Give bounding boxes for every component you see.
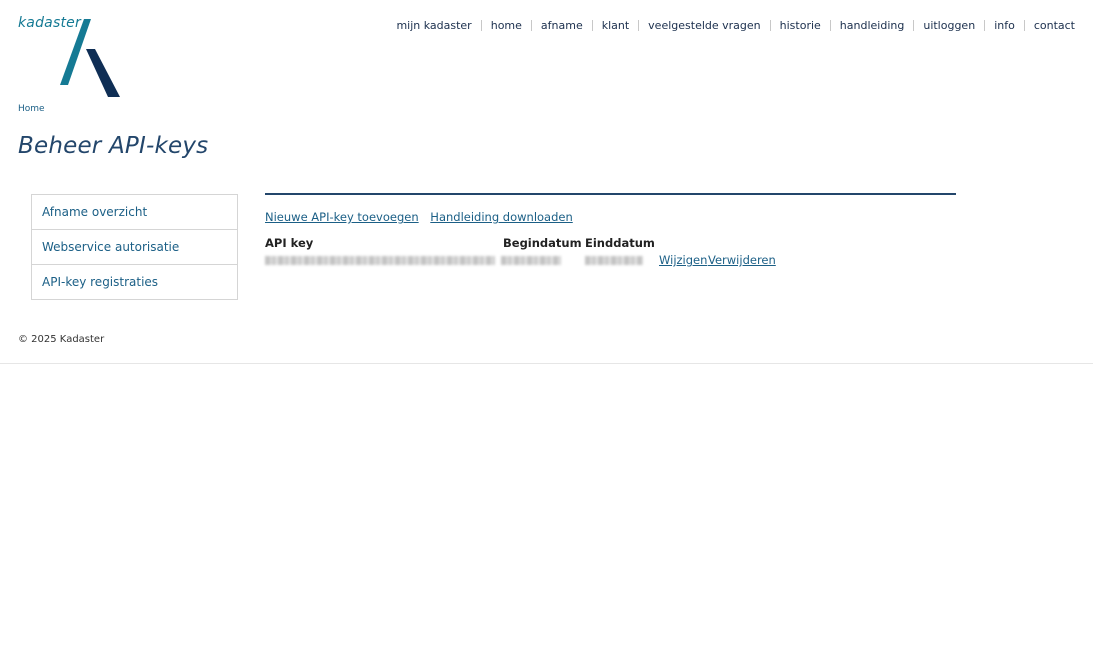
nav-divider	[769, 20, 771, 31]
nav-divider	[984, 20, 986, 31]
kadaster-logo[interactable]: kadaster	[18, 15, 128, 100]
nav-info[interactable]: info	[994, 19, 1015, 32]
nav-divider	[480, 20, 482, 31]
redacted-begindatum	[501, 256, 561, 265]
page: kadaster mijn kadaster home afname klant…	[0, 0, 1093, 672]
nav-home[interactable]: home	[491, 19, 522, 32]
redacted-api-key	[265, 256, 495, 265]
content-divider	[265, 193, 956, 195]
nav-divider	[591, 20, 593, 31]
column-header-begindatum: Begindatum	[503, 236, 582, 250]
kadaster-k-icon	[60, 19, 120, 97]
add-api-key-link[interactable]: Nieuwe API-key toevoegen	[265, 210, 419, 224]
sidebar-item-api-key-registraties[interactable]: API-key registraties	[32, 264, 237, 299]
breadcrumb-home[interactable]: Home	[18, 104, 45, 114]
sidebar-item-webservice-autorisatie[interactable]: Webservice autorisatie	[32, 229, 237, 264]
top-navigation: mijn kadaster home afname klant veelgest…	[396, 19, 1075, 32]
nav-divider	[913, 20, 915, 31]
nav-afname[interactable]: afname	[541, 19, 583, 32]
nav-uitloggen[interactable]: uitloggen	[923, 19, 975, 32]
footer-copyright: © 2025 Kadaster	[18, 334, 105, 345]
nav-divider	[530, 20, 532, 31]
footer-divider	[0, 363, 1093, 364]
nav-klant[interactable]: klant	[602, 19, 629, 32]
nav-divider	[1023, 20, 1025, 31]
action-links: Nieuwe API-key toevoegen Handleiding dow…	[265, 210, 581, 224]
nav-contact[interactable]: contact	[1034, 19, 1075, 32]
column-header-einddatum: Einddatum	[585, 236, 655, 250]
delete-api-key-link[interactable]: Verwijderen	[708, 253, 776, 267]
nav-mijn-kadaster[interactable]: mijn kadaster	[396, 19, 471, 32]
sidebar-item-afname-overzicht[interactable]: Afname overzicht	[32, 195, 237, 229]
download-manual-link[interactable]: Handleiding downloaden	[430, 210, 572, 224]
page-title: Beheer API-keys	[18, 133, 209, 159]
nav-handleiding[interactable]: handleiding	[840, 19, 905, 32]
edit-api-key-link[interactable]: Wijzigen	[659, 253, 707, 267]
nav-veelgestelde-vragen[interactable]: veelgestelde vragen	[648, 19, 760, 32]
nav-divider	[638, 20, 640, 31]
redacted-einddatum	[585, 256, 643, 265]
nav-divider	[829, 20, 831, 31]
nav-historie[interactable]: historie	[780, 19, 821, 32]
sidebar-menu: Afname overzicht Webservice autorisatie …	[31, 194, 238, 300]
column-header-api-key: API key	[265, 236, 314, 250]
